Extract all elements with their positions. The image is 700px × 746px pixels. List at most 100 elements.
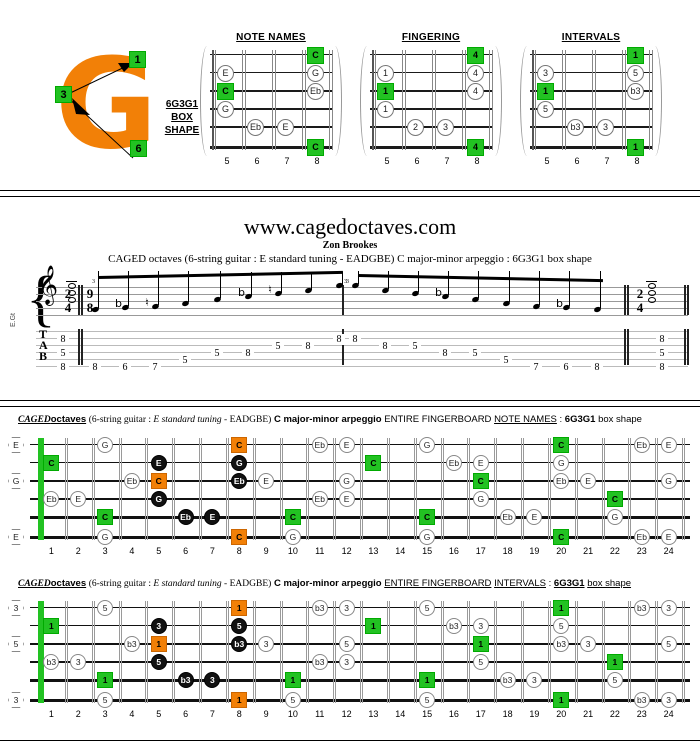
fb2-tuning: EADGBE) xyxy=(229,579,272,589)
fretboard-note: E xyxy=(70,491,87,507)
fretboard-note: b3 xyxy=(499,672,516,688)
fretboard-note: C xyxy=(97,509,114,525)
box-marker: 5 xyxy=(537,101,554,118)
fret-number: 13 xyxy=(368,546,379,556)
fretboard-note: 5 xyxy=(231,618,248,634)
fretboard-note: 3 xyxy=(258,636,275,652)
fretboard-note: b3 xyxy=(43,654,60,670)
time-sig-end-top: 2 xyxy=(636,286,644,301)
fretboard-note: G xyxy=(419,529,436,545)
fretboard-note: E xyxy=(472,455,489,471)
fret-number: 21 xyxy=(583,546,594,556)
fretboard-note: 1 xyxy=(231,600,248,616)
fret-wire-22 xyxy=(628,438,630,540)
fret-number: 22 xyxy=(609,546,620,556)
fretboard-note: C xyxy=(553,529,570,545)
open-string-label: 3 xyxy=(8,692,24,708)
tab-note: 5 xyxy=(211,348,223,359)
page-subtitle: CAGED octaves (6-string guitar : E stand… xyxy=(108,253,592,265)
tab-note: 5 xyxy=(179,355,191,366)
barline xyxy=(684,285,686,315)
divider-mid-2 xyxy=(0,406,700,407)
open-string-label: E xyxy=(8,529,24,545)
fret-number: 5 xyxy=(156,546,162,556)
accidental: ♮ xyxy=(268,283,272,296)
fret-wire-24 xyxy=(684,438,685,540)
box-marker: G xyxy=(307,65,324,82)
box-fret-number: 8 xyxy=(314,156,320,166)
box-marker: 3 xyxy=(597,119,614,136)
tuplet-mark: 3 xyxy=(346,279,349,285)
box-marker: 3 xyxy=(537,65,554,82)
fretboard-note: 5 xyxy=(338,636,355,652)
barline xyxy=(687,329,689,365)
fret-wire-7 xyxy=(225,601,227,703)
fret-wire-19 xyxy=(547,438,549,540)
fret-wire-14 xyxy=(415,438,417,540)
fretboard-note: G xyxy=(606,509,623,525)
tab-letter: B xyxy=(39,349,48,363)
chord-notehead-start xyxy=(68,290,76,296)
fb1-shape: 6G3G1 xyxy=(564,414,596,425)
fretboard-note: C xyxy=(419,509,436,525)
time-sig-start-bottom: 4 xyxy=(64,300,72,315)
staff-line-5 xyxy=(36,315,688,316)
fret-wire-21 xyxy=(603,601,605,703)
box-marker: 4 xyxy=(467,65,484,82)
fret-number: 8 xyxy=(236,546,242,556)
box-fret-number: 6 xyxy=(574,156,580,166)
fretboard-note: E xyxy=(204,509,221,525)
fretboard-note: Eb xyxy=(553,473,570,489)
fret-number: 5 xyxy=(156,709,162,719)
fret-number: 7 xyxy=(209,546,215,556)
fretboard-note: C xyxy=(553,437,570,453)
accidental: b xyxy=(435,286,442,299)
fretboard-note: G xyxy=(97,437,114,453)
fretboard-2-header: CAGEDoctaves (6-string guitar : E standa… xyxy=(18,578,631,589)
fret-number: 20 xyxy=(556,546,567,556)
open-string-label: G xyxy=(8,473,24,489)
fret-wire-22 xyxy=(630,438,632,540)
tab-note: 8 xyxy=(333,334,345,345)
ledger-line xyxy=(66,281,77,282)
fret-wire-12 xyxy=(362,438,363,540)
fb1-arpeggio: C major-minor arpeggio xyxy=(273,414,382,425)
fret-wire-6 xyxy=(199,601,200,703)
box-marker: 1 xyxy=(627,139,644,156)
fret-wire-6 xyxy=(201,601,202,703)
fret-wire-9 xyxy=(279,438,281,540)
fret-wire-1 xyxy=(66,601,68,703)
fretboard-note: C xyxy=(472,473,489,489)
fret-wire-10 xyxy=(306,601,308,703)
box-fret-wire-1 xyxy=(242,50,243,150)
fretboard-note: b3 xyxy=(177,672,194,688)
fret-wire-17 xyxy=(494,438,496,540)
fret-wire-3 xyxy=(118,438,120,540)
fret-number: 19 xyxy=(529,709,540,719)
box-fret-wire-b-0 xyxy=(215,50,216,150)
tab-chord-end: 5 xyxy=(656,348,668,359)
tab-line-1 xyxy=(36,331,688,332)
box-fret-wire-b-2 xyxy=(275,50,276,150)
fret-wire-9 xyxy=(279,601,281,703)
fretboard-note: C xyxy=(365,455,382,471)
fret-wire-17 xyxy=(496,438,498,540)
neck-edge-right xyxy=(328,46,342,156)
logo-badge-6: 6 xyxy=(130,140,147,157)
fret-wire-15 xyxy=(442,438,444,540)
fret-wire-2 xyxy=(91,601,93,703)
tab-note: 8 xyxy=(591,362,603,373)
box-marker: G xyxy=(217,101,234,118)
fret-wire-5 xyxy=(174,601,176,703)
fretboard-note: 3 xyxy=(338,600,355,616)
barline xyxy=(624,329,626,365)
tab-chord-end: 8 xyxy=(656,334,668,345)
box-marker: b3 xyxy=(567,119,584,136)
note-stem xyxy=(358,271,359,284)
fretboard-note: Eb xyxy=(499,509,516,525)
tab-line-2 xyxy=(36,338,688,339)
fb1-tuning: EADGBE) xyxy=(229,415,272,425)
fret-wire-15 xyxy=(440,438,442,540)
fret-wire-15 xyxy=(440,601,442,703)
fret-number: 15 xyxy=(422,709,433,719)
